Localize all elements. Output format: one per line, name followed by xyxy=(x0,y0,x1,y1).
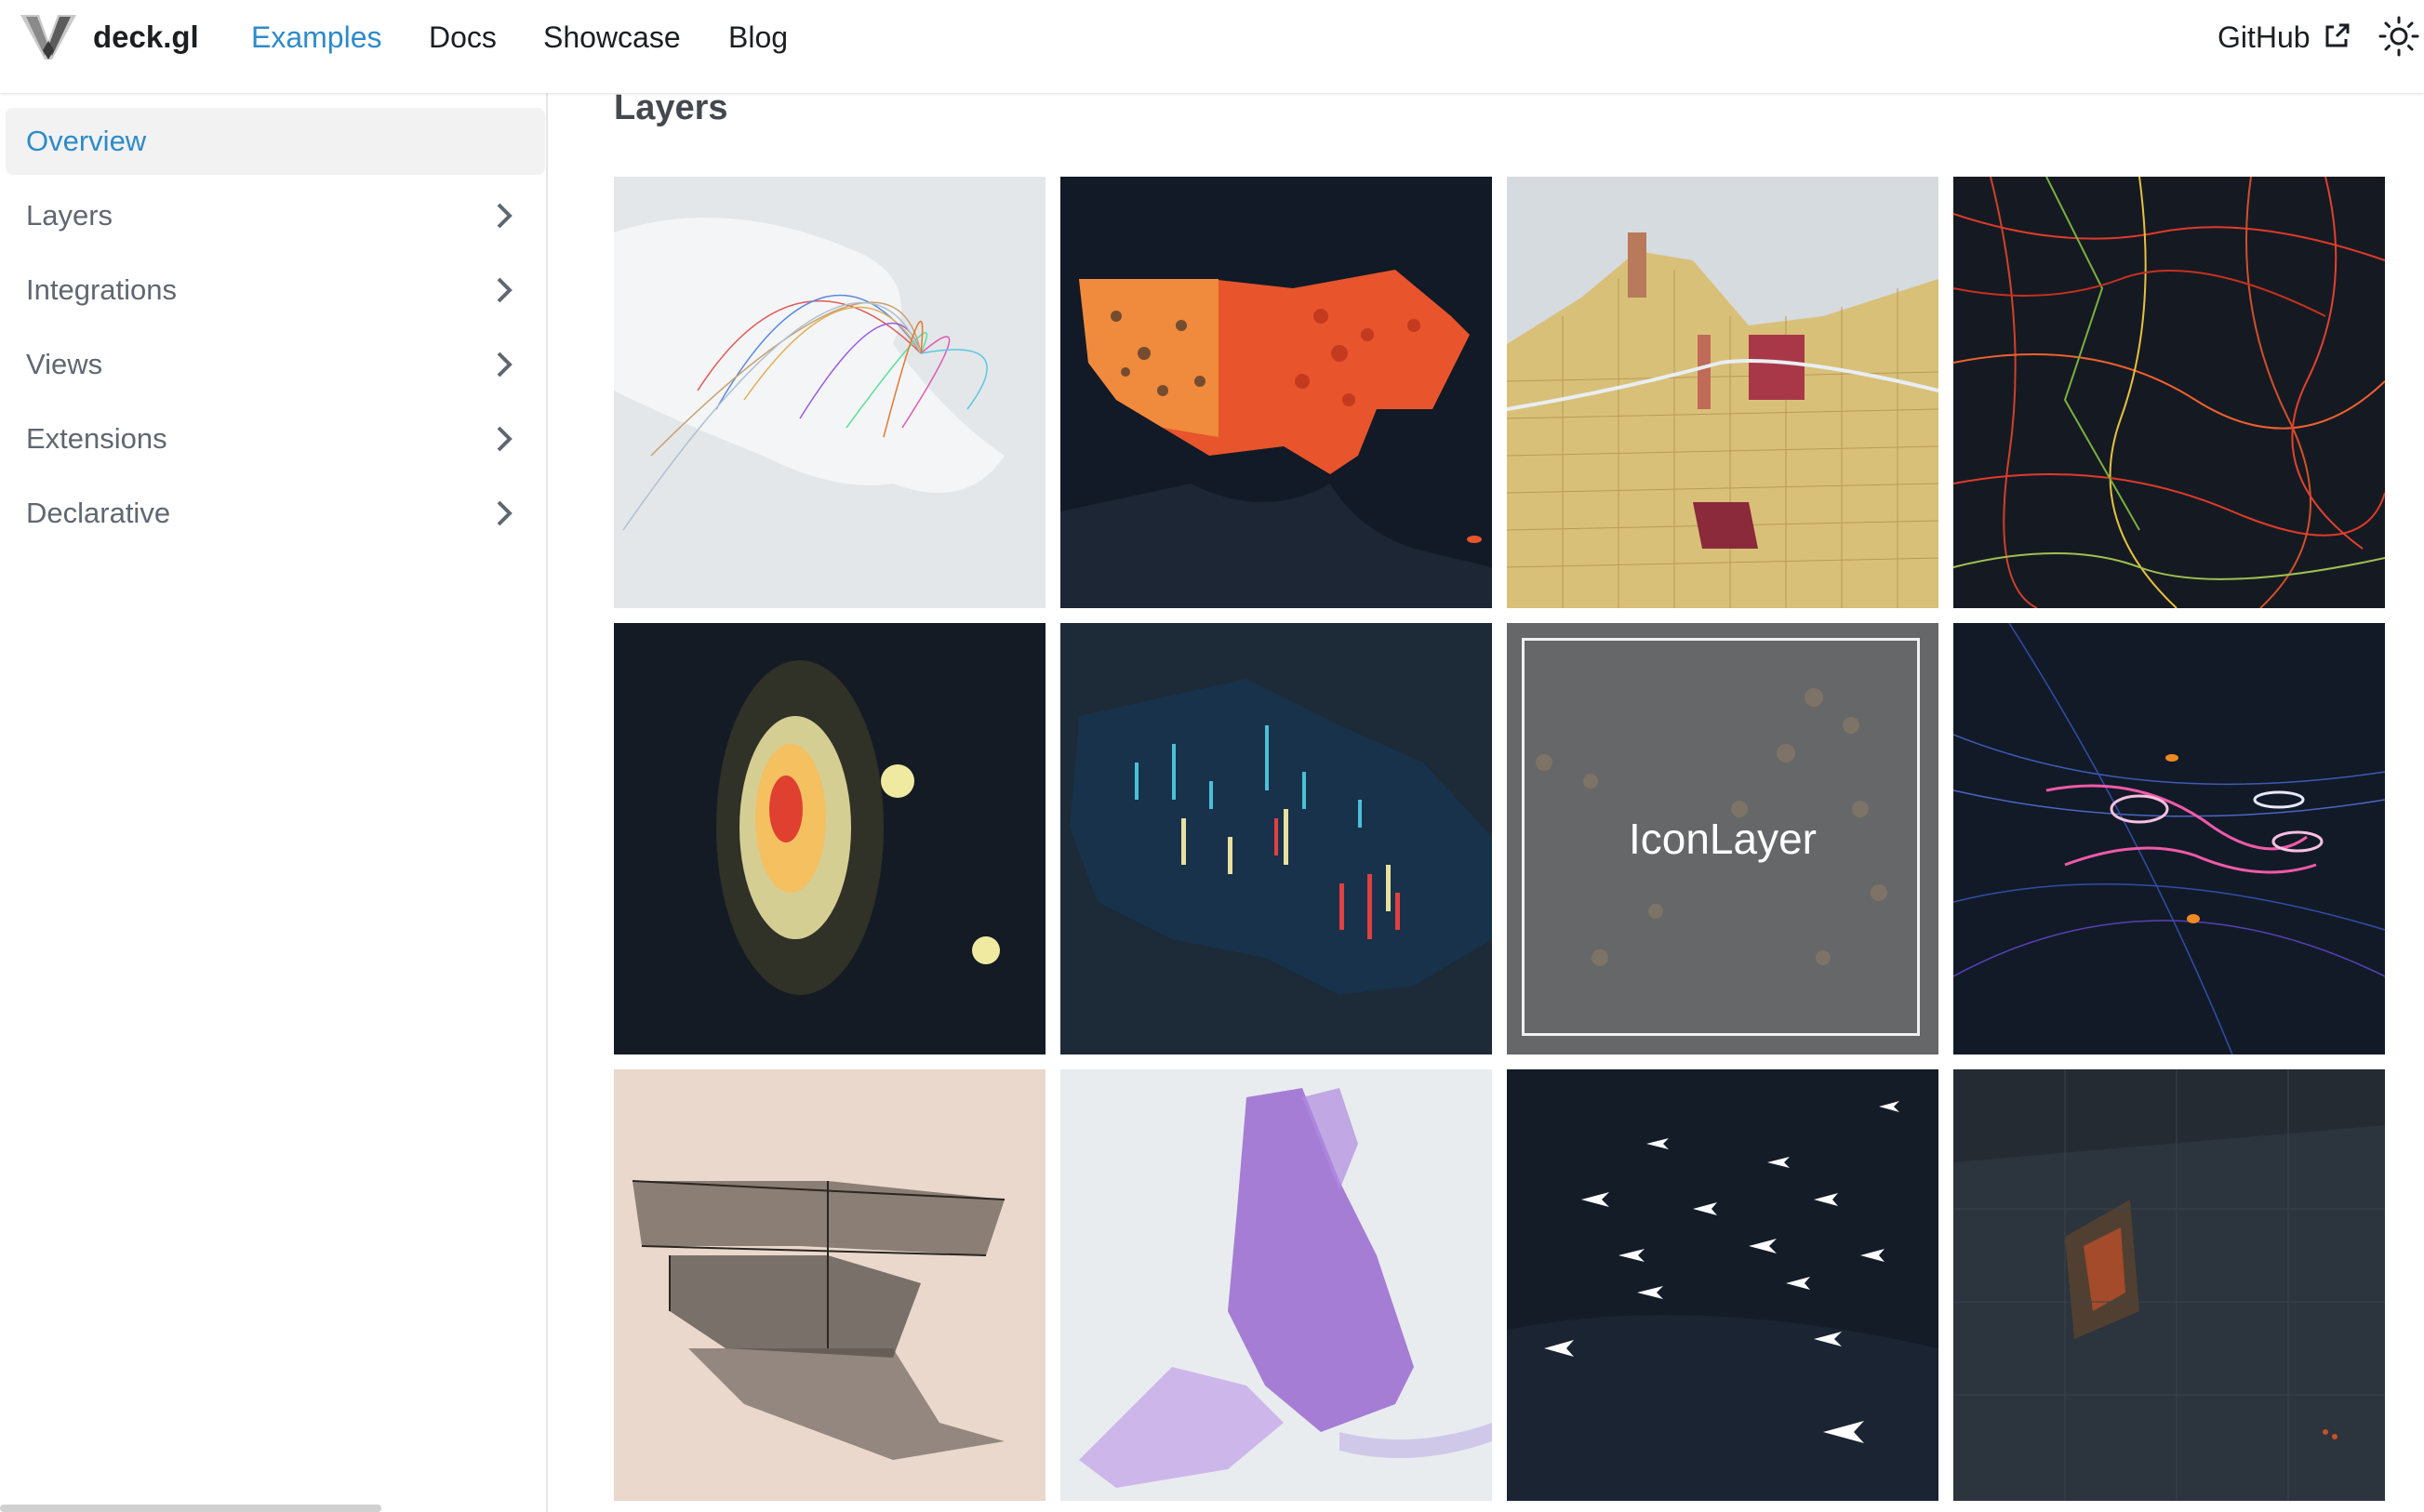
sun-icon[interactable] xyxy=(2377,15,2420,58)
sidebar-item-overview[interactable]: Overview xyxy=(6,108,545,175)
sidebar-item-extensions[interactable]: Extensions xyxy=(6,405,545,472)
chevron-right-icon[interactable] xyxy=(489,201,519,231)
layer-thumbnail-icon[interactable]: IconLayer xyxy=(1507,623,1938,1054)
tile-caption: IconLayer xyxy=(1628,815,1817,863)
nav-blog[interactable]: Blog xyxy=(728,17,788,58)
nav-github[interactable]: GitHub xyxy=(2218,17,2311,58)
sidebar-item-label: Overview xyxy=(26,125,147,157)
chevron-right-icon[interactable] xyxy=(489,275,519,305)
heatmap-thumbnail xyxy=(614,623,1046,1054)
hexagon-map-thumbnail xyxy=(1060,177,1492,608)
layer-thumbnail-scatterplot[interactable] xyxy=(1060,1069,1492,1501)
layer-thumbnail-trips[interactable] xyxy=(1953,623,2385,1054)
sidebar-item-label: Layers xyxy=(26,199,113,232)
sidebar-item-label: Views xyxy=(26,348,103,380)
road-network-thumbnail xyxy=(1953,177,2385,608)
layer-thumbnail-hexagon-usa[interactable] xyxy=(1060,177,1492,608)
brand-name[interactable]: deck.gl xyxy=(93,17,199,58)
nav-docs[interactable]: Docs xyxy=(429,17,497,58)
sidebar-item-label: Declarative xyxy=(26,497,171,529)
layer-thumbnail-scenegraph[interactable] xyxy=(1507,1069,1938,1501)
sidebar-item-layers[interactable]: Layers xyxy=(6,182,545,249)
sidebar-item-views[interactable]: Views xyxy=(6,331,545,398)
deckgl-logo-icon[interactable] xyxy=(19,13,78,61)
point-cloud-thumbnail xyxy=(614,1069,1046,1501)
3d-hexagon-thumbnail xyxy=(1060,623,1492,1054)
layer-thumbnail-hexagon-3d[interactable] xyxy=(1060,623,1492,1054)
sidebar-item-label: Extensions xyxy=(26,422,167,455)
grid-map-thumbnail xyxy=(1953,1069,2385,1501)
external-link-icon xyxy=(2325,23,2350,47)
sidebar: Overview Layers Integrations Views Exten… xyxy=(0,93,548,1512)
top-navbar: deck.gl Examples Docs Showcase Blog GitH… xyxy=(0,0,2424,93)
nav-examples[interactable]: Examples xyxy=(251,17,382,58)
layer-thumbnail-grid[interactable] xyxy=(1953,1069,2385,1501)
layer-thumbnail-heatmap[interactable] xyxy=(614,623,1046,1054)
layer-thumbnail-point-cloud[interactable] xyxy=(614,1069,1046,1501)
arc-map-thumbnail xyxy=(614,177,1046,608)
layer-thumbnail-geojson-parcels[interactable] xyxy=(1507,177,1938,608)
sidebar-item-declarative[interactable]: Declarative xyxy=(6,480,545,547)
trips-thumbnail xyxy=(1953,623,2385,1054)
chevron-right-icon[interactable] xyxy=(489,350,519,379)
layer-thumbnail-arcs[interactable] xyxy=(614,177,1046,608)
chevron-right-icon[interactable] xyxy=(489,424,519,454)
geojson-parcels-thumbnail xyxy=(1507,177,1938,608)
sidebar-item-label: Integrations xyxy=(26,273,177,306)
sidebar-item-integrations[interactable]: Integrations xyxy=(6,257,545,324)
sidebar-scrollbar[interactable] xyxy=(0,1505,381,1512)
chevron-right-icon[interactable] xyxy=(489,498,519,528)
layer-thumbnail-paths-roads[interactable] xyxy=(1953,177,2385,608)
airplanes-thumbnail xyxy=(1507,1069,1938,1501)
nav-showcase[interactable]: Showcase xyxy=(543,17,681,58)
scatterplot-thumbnail xyxy=(1060,1069,1492,1501)
